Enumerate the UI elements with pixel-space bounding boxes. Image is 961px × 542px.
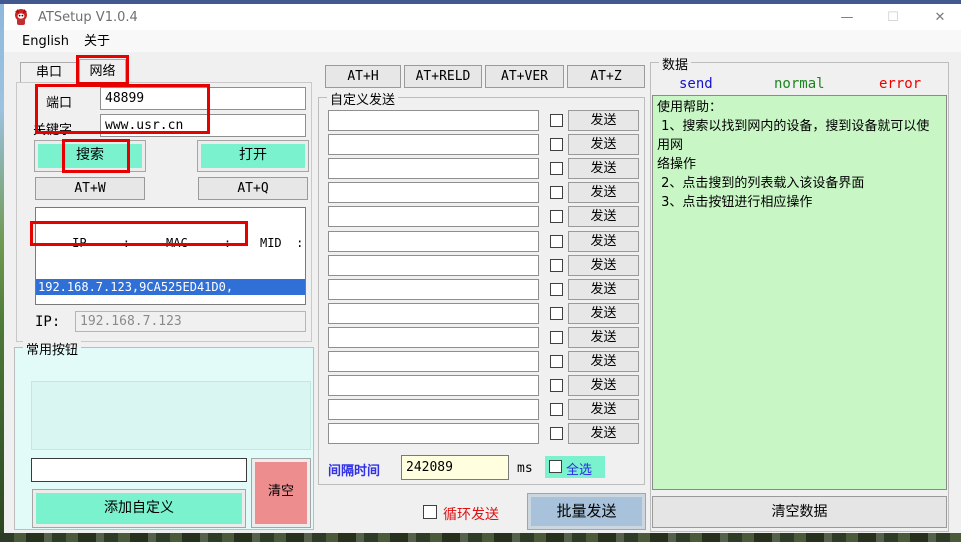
atz-button[interactable]: AT+Z: [567, 65, 645, 88]
custom-send-checkbox[interactable]: [550, 307, 563, 320]
ip-readonly-field: [75, 311, 306, 332]
custom-send-input[interactable]: [328, 206, 539, 227]
legend-normal: normal: [774, 76, 825, 92]
ip-label: IP:: [35, 314, 60, 330]
custom-send-checkbox[interactable]: [550, 235, 563, 248]
minimize-button[interactable]: —: [830, 7, 864, 29]
atsetup-window: ATSetup V1.0.4 — ☐ ✕ English 关于 串口 网络 端口…: [0, 0, 961, 542]
device-list[interactable]: IP : MAC : MID : VER 192.168.7.123,9CA52…: [35, 207, 306, 305]
common-buttons-panel: [31, 381, 311, 450]
custom-send-input[interactable]: [328, 303, 539, 324]
custom-send-checkbox[interactable]: [550, 283, 563, 296]
menu-item-english[interactable]: English: [18, 32, 73, 51]
interval-input[interactable]: [401, 455, 509, 480]
custom-send-checkbox[interactable]: [550, 379, 563, 392]
data-group-title: 数据: [659, 54, 691, 73]
menu-item-about[interactable]: 关于: [80, 32, 114, 51]
tab-network[interactable]: 网络: [79, 59, 126, 83]
add-custom-button[interactable]: 添加自定义: [33, 490, 245, 527]
maximize-button[interactable]: ☐: [876, 7, 910, 29]
send-button[interactable]: 发送: [568, 399, 639, 420]
interval-label: 间隔时间: [328, 460, 380, 479]
loop-send-label: 循环发送: [443, 504, 499, 524]
ath-button[interactable]: AT+H: [325, 65, 401, 88]
atq-button[interactable]: AT+Q: [198, 177, 308, 200]
atver-button[interactable]: AT+VER: [485, 65, 564, 88]
custom-send-checkbox[interactable]: [550, 138, 563, 151]
custom-send-input[interactable]: [328, 351, 539, 372]
custom-command-input[interactable]: [31, 458, 247, 482]
send-button[interactable]: 发送: [568, 158, 639, 179]
custom-send-checkbox[interactable]: [550, 210, 563, 223]
send-button[interactable]: 发送: [568, 375, 639, 396]
legend-error: error: [879, 76, 921, 92]
atreld-button[interactable]: AT+RELD: [404, 65, 482, 88]
close-button[interactable]: ✕: [923, 7, 957, 29]
open-button[interactable]: 打开: [198, 141, 308, 171]
custom-send-checkbox[interactable]: [550, 427, 563, 440]
custom-send-input[interactable]: [328, 399, 539, 420]
menubar: English 关于: [4, 30, 961, 52]
loop-send-checkbox[interactable]: [423, 505, 437, 519]
desktop-bottom-strip: [0, 533, 961, 542]
data-log-area[interactable]: 使用帮助： 1、搜索以找到网内的设备，搜到设备就可以使用网 络操作 2、点击搜到…: [652, 95, 947, 490]
send-button[interactable]: 发送: [568, 303, 639, 324]
batch-send-button[interactable]: 批量发送: [528, 494, 645, 529]
custom-send-group: 自定义发送 发送发送发送发送发送发送发送发送发送发送发送发送发送发送 间隔时间 …: [318, 97, 645, 485]
app-icon: [12, 8, 30, 26]
custom-send-input[interactable]: [328, 134, 539, 155]
port-label: 端口: [46, 92, 72, 111]
send-button[interactable]: 发送: [568, 110, 639, 131]
legend-send: send: [679, 76, 713, 92]
send-button[interactable]: 发送: [568, 279, 639, 300]
custom-send-checkbox[interactable]: [550, 114, 563, 127]
custom-send-checkbox[interactable]: [550, 186, 563, 199]
device-list-selected-row[interactable]: 192.168.7.123,9CA525ED41D0,: [36, 279, 305, 295]
desktop-wallpaper-strip: [0, 0, 4, 542]
custom-send-checkbox[interactable]: [550, 162, 563, 175]
device-list-header: IP : MAC : MID : VER: [36, 236, 305, 251]
custom-send-input[interactable]: [328, 279, 539, 300]
custom-send-input[interactable]: [328, 158, 539, 179]
send-button[interactable]: 发送: [568, 423, 639, 444]
custom-send-input[interactable]: [328, 327, 539, 348]
search-button[interactable]: 搜索: [35, 141, 145, 171]
tab-serial[interactable]: 串口: [20, 62, 78, 83]
select-all-label: 全选: [566, 459, 592, 478]
keyword-label: 关键字: [33, 119, 72, 138]
send-button[interactable]: 发送: [568, 206, 639, 227]
custom-send-checkbox[interactable]: [550, 403, 563, 416]
common-buttons-group-title: 常用按钮: [23, 339, 81, 358]
keyword-input[interactable]: [100, 114, 306, 137]
send-button[interactable]: 发送: [568, 351, 639, 372]
titlebar: ATSetup V1.0.4 — ☐ ✕: [4, 4, 961, 30]
send-button[interactable]: 发送: [568, 182, 639, 203]
custom-send-input[interactable]: [328, 231, 539, 252]
custom-send-input[interactable]: [328, 255, 539, 276]
select-all-checkbox[interactable]: [549, 460, 562, 473]
window-title: ATSetup V1.0.4: [38, 10, 138, 25]
custom-send-input[interactable]: [328, 110, 539, 131]
send-button[interactable]: 发送: [568, 255, 639, 276]
custom-send-input[interactable]: [328, 423, 539, 444]
send-button[interactable]: 发送: [568, 327, 639, 348]
custom-send-checkbox[interactable]: [550, 355, 563, 368]
clear-data-button[interactable]: 清空数据: [652, 496, 947, 528]
atw-button[interactable]: AT+W: [35, 177, 145, 200]
custom-send-checkbox[interactable]: [550, 331, 563, 344]
custom-send-group-title: 自定义发送: [327, 89, 398, 108]
interval-unit-label: ms: [517, 461, 533, 476]
custom-send-checkbox[interactable]: [550, 259, 563, 272]
port-input[interactable]: [100, 87, 306, 110]
custom-send-input[interactable]: [328, 375, 539, 396]
custom-send-rows: 发送发送发送发送发送发送发送发送发送发送发送发送发送发送: [328, 110, 643, 450]
send-button[interactable]: 发送: [568, 231, 639, 252]
send-button[interactable]: 发送: [568, 134, 639, 155]
common-buttons-group: 常用按钮 清空 添加自定义: [14, 347, 314, 530]
clear-common-button[interactable]: 清空: [252, 459, 310, 527]
custom-send-input[interactable]: [328, 182, 539, 203]
